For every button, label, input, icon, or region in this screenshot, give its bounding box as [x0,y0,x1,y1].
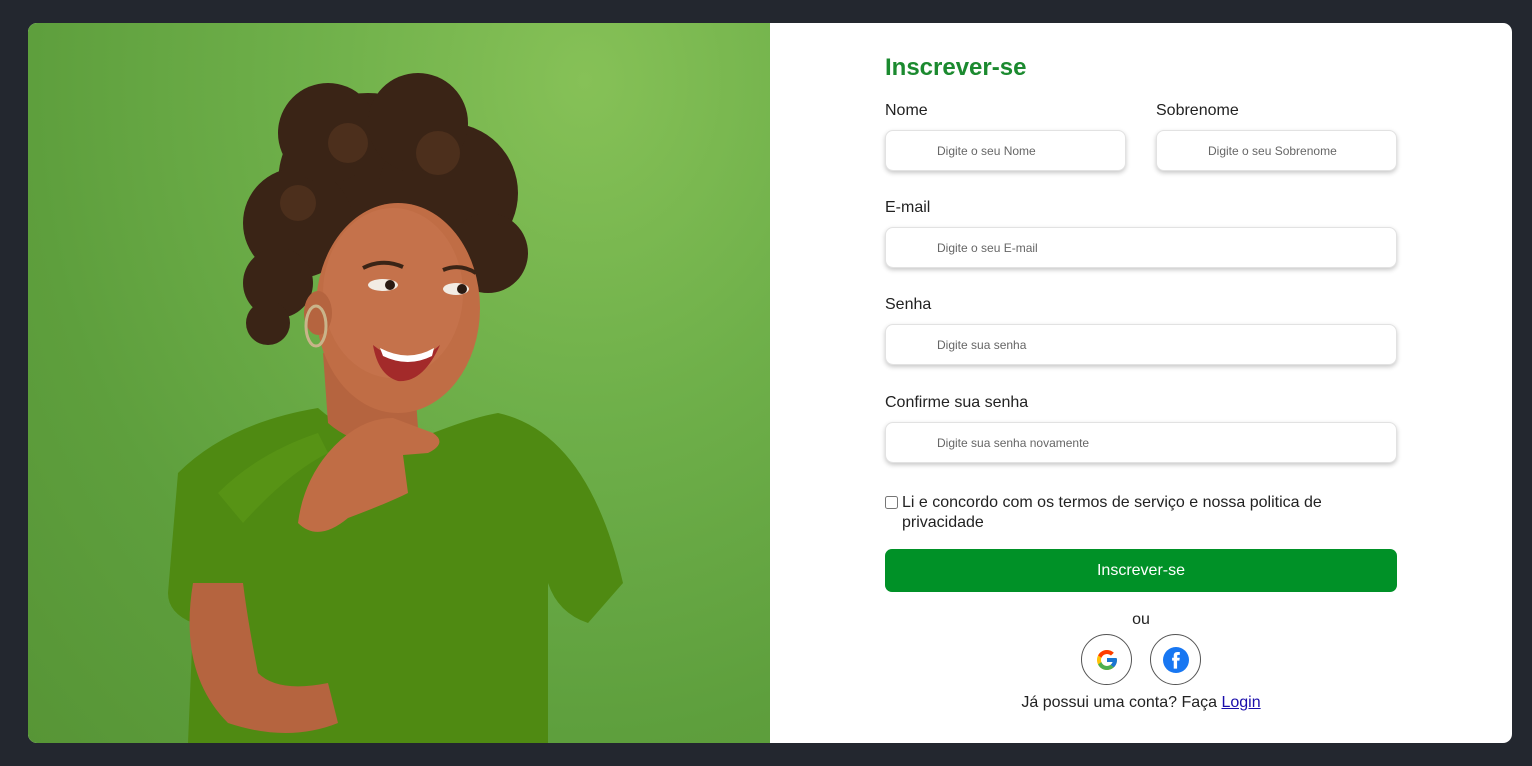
facebook-icon [1162,646,1189,673]
terms-label: Li e concordo com os termos de serviço e… [902,494,1322,531]
confirm-password-field: Confirme sua senha [885,393,1397,463]
terms-checkbox[interactable] [885,496,898,509]
password-label: Senha [885,296,932,313]
login-link[interactable]: Login [1221,694,1260,711]
login-prompt-text: Já possui uma conta? Faça [1021,694,1218,711]
google-login-button[interactable] [1081,634,1132,685]
password-field: Senha [885,295,1397,365]
last-name-label: Sobrenome [1156,102,1239,119]
facebook-login-button[interactable] [1150,634,1201,685]
social-login [885,634,1397,685]
first-name-label: Nome [885,102,928,119]
last-name-field: Sobrenome [1156,101,1397,171]
first-name-field: Nome [885,101,1126,171]
last-name-input[interactable] [1156,130,1397,171]
google-icon [1096,649,1117,670]
signup-card: Inscrever-se Nome Sobrenome E-mail Senha [28,23,1512,743]
hero-photo [28,23,770,743]
password-input[interactable] [885,324,1397,365]
login-prompt: Já possui uma conta? Faça Login [885,693,1397,713]
form-title: Inscrever-se [885,54,1027,81]
email-field: E-mail [885,198,1397,268]
or-divider-text: ou [1132,611,1150,628]
email-label: E-mail [885,199,931,216]
signup-form: Inscrever-se Nome Sobrenome E-mail Senha [885,53,1397,713]
signup-button[interactable]: Inscrever-se [885,549,1397,592]
woman-illustration [168,73,623,743]
terms-row: Li e concordo com os termos de serviço e… [885,493,1397,533]
confirm-password-label: Confirme sua senha [885,394,1029,411]
email-input[interactable] [885,227,1397,268]
first-name-input[interactable] [885,130,1126,171]
form-panel: Inscrever-se Nome Sobrenome E-mail Senha [770,23,1512,743]
confirm-password-input[interactable] [885,422,1397,463]
